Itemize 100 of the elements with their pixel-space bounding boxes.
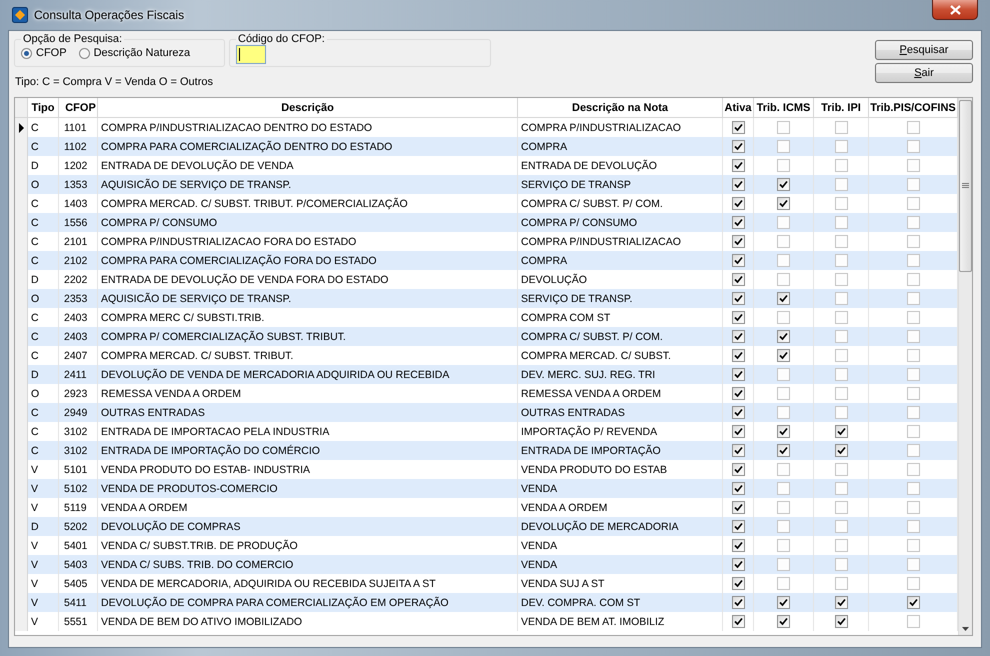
column-header[interactable]: Ativa [723, 98, 754, 117]
checkbox[interactable] [906, 387, 920, 400]
scrollbar-thumb[interactable] [959, 100, 972, 272]
checkbox[interactable] [732, 368, 744, 381]
column-header[interactable]: Trib. IPI [814, 98, 869, 117]
checkbox[interactable] [834, 558, 848, 571]
checkbox[interactable] [906, 273, 920, 286]
checkbox[interactable] [777, 292, 790, 305]
checkbox[interactable] [777, 577, 790, 590]
checkbox[interactable] [777, 349, 790, 362]
checkbox[interactable] [777, 368, 790, 381]
checkbox[interactable] [906, 615, 920, 628]
checkbox[interactable] [906, 330, 920, 343]
checkbox[interactable] [732, 178, 744, 191]
checkbox[interactable] [732, 539, 744, 552]
checkbox[interactable] [777, 216, 790, 229]
checkbox[interactable] [777, 254, 790, 267]
checkbox[interactable] [732, 197, 744, 210]
checkbox[interactable] [906, 463, 920, 476]
checkbox[interactable] [906, 292, 920, 305]
checkbox[interactable] [834, 615, 848, 628]
checkbox[interactable] [732, 330, 744, 343]
checkbox[interactable] [906, 368, 920, 381]
checkbox[interactable] [906, 501, 920, 514]
checkbox[interactable] [777, 406, 790, 419]
checkbox[interactable] [906, 520, 920, 533]
checkbox[interactable] [906, 311, 920, 324]
checkbox[interactable] [906, 159, 920, 172]
column-header[interactable]: Trib. ICMS [754, 98, 814, 117]
checkbox[interactable] [834, 349, 848, 362]
checkbox[interactable] [732, 596, 744, 609]
checkbox[interactable] [777, 539, 790, 552]
checkbox[interactable] [906, 577, 920, 590]
checkbox[interactable] [732, 444, 744, 457]
checkbox[interactable] [777, 444, 790, 457]
checkbox[interactable] [732, 482, 744, 495]
checkbox[interactable] [777, 178, 790, 191]
checkbox[interactable] [834, 387, 848, 400]
checkbox[interactable] [732, 121, 744, 134]
checkbox[interactable] [906, 254, 920, 267]
checkbox[interactable] [906, 216, 920, 229]
checkbox[interactable] [906, 539, 920, 552]
checkbox[interactable] [732, 311, 744, 324]
checkbox[interactable] [777, 330, 790, 343]
checkbox[interactable] [834, 406, 848, 419]
column-header[interactable]: Tipo [28, 98, 59, 117]
checkbox[interactable] [834, 501, 848, 514]
checkbox[interactable] [732, 254, 744, 267]
checkbox[interactable] [732, 387, 744, 400]
checkbox[interactable] [777, 311, 790, 324]
checkbox[interactable] [834, 178, 848, 191]
checkbox[interactable] [732, 273, 744, 286]
checkbox[interactable] [732, 159, 744, 172]
cfop-input-field[interactable] [236, 45, 266, 64]
checkbox[interactable] [906, 235, 920, 248]
checkbox[interactable] [834, 596, 848, 609]
checkbox[interactable] [732, 349, 744, 362]
checkbox[interactable] [777, 615, 790, 628]
checkbox[interactable] [834, 273, 848, 286]
checkbox[interactable] [732, 558, 744, 571]
checkbox[interactable] [834, 444, 848, 457]
column-header[interactable]: Descrição na Nota [518, 98, 723, 117]
checkbox[interactable] [777, 273, 790, 286]
checkbox[interactable] [732, 140, 744, 153]
checkbox[interactable] [732, 501, 744, 514]
checkbox[interactable] [906, 425, 920, 438]
close-button[interactable] [932, 0, 978, 20]
checkbox[interactable] [777, 463, 790, 476]
checkbox[interactable] [732, 216, 744, 229]
checkbox[interactable] [732, 463, 744, 476]
checkbox[interactable] [906, 197, 920, 210]
checkbox[interactable] [732, 615, 744, 628]
checkbox[interactable] [906, 482, 920, 495]
radio-button[interactable] [21, 48, 32, 58]
checkbox[interactable] [777, 482, 790, 495]
checkbox[interactable] [906, 444, 920, 457]
vertical-scrollbar[interactable] [958, 98, 972, 635]
checkbox[interactable] [834, 330, 848, 343]
checkbox[interactable] [732, 406, 744, 419]
checkbox[interactable] [834, 197, 848, 210]
checkbox[interactable] [777, 159, 790, 172]
checkbox[interactable] [777, 501, 790, 514]
checkbox[interactable] [732, 425, 744, 438]
checkbox[interactable] [834, 482, 848, 495]
checkbox[interactable] [777, 140, 790, 153]
checkbox[interactable] [777, 235, 790, 248]
radio-button[interactable] [78, 48, 90, 58]
checkbox[interactable] [834, 425, 848, 438]
checkbox[interactable] [834, 520, 848, 533]
checkbox[interactable] [834, 216, 848, 229]
checkbox[interactable] [834, 254, 848, 267]
checkbox[interactable] [732, 577, 744, 590]
checkbox[interactable] [834, 159, 848, 172]
scroll-down-icon[interactable] [962, 627, 969, 631]
checkbox[interactable] [834, 463, 848, 476]
checkbox[interactable] [777, 425, 790, 438]
column-header[interactable]: Descrição [98, 98, 518, 117]
checkbox[interactable] [777, 596, 790, 609]
checkbox[interactable] [834, 121, 848, 134]
checkbox[interactable] [906, 178, 920, 191]
